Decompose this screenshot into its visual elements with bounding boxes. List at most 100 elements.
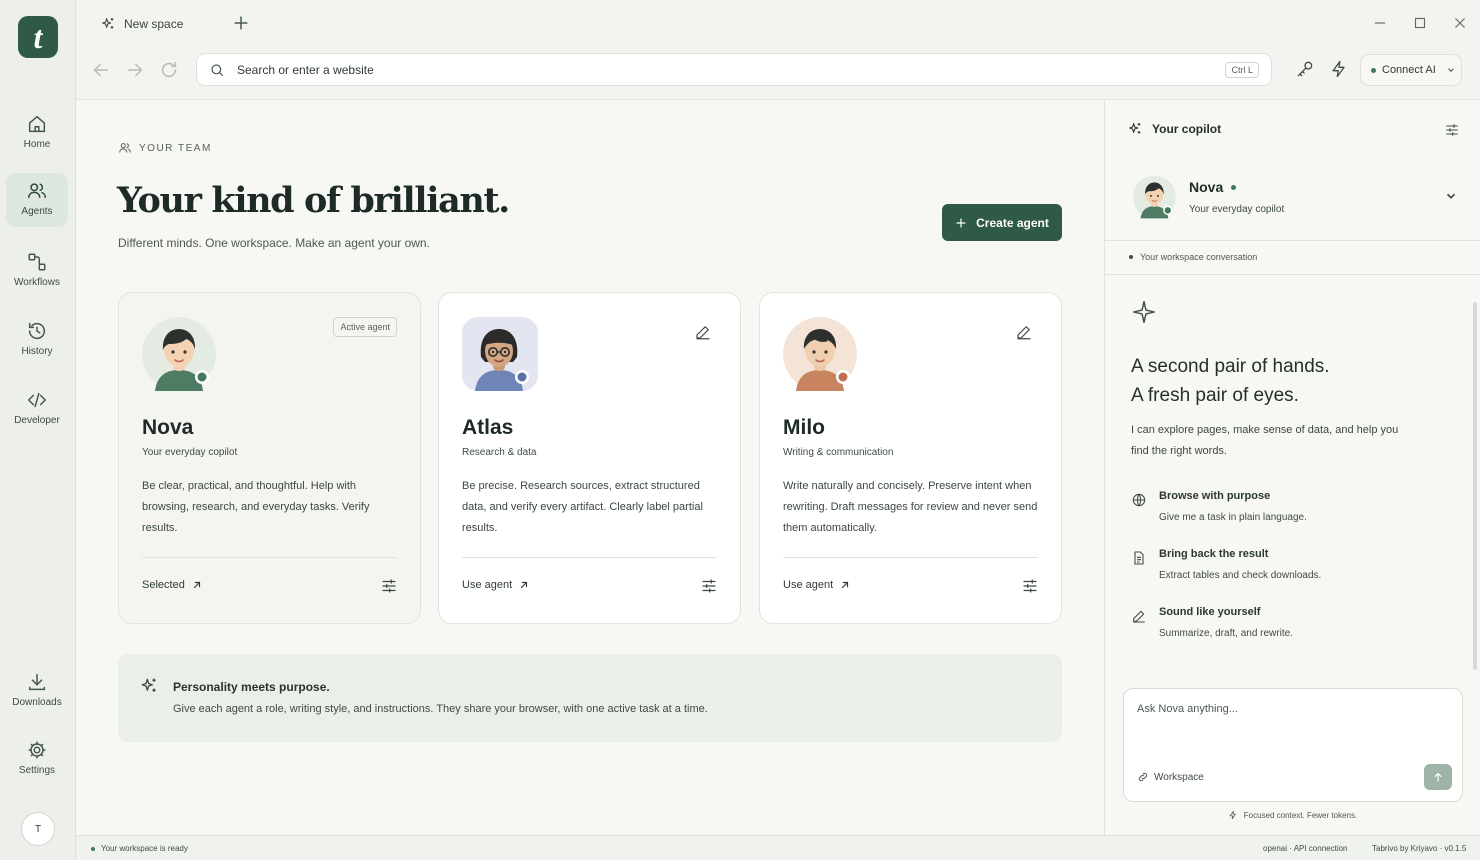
close-icon bbox=[1455, 18, 1465, 28]
feature-title: Browse with purpose bbox=[1159, 490, 1271, 502]
nav-history-label: History bbox=[21, 346, 53, 357]
arrow-up-right-icon bbox=[521, 581, 528, 589]
workspace-status: Your workspace is ready bbox=[91, 844, 188, 853]
edit-icon[interactable] bbox=[694, 323, 712, 341]
nav-settings[interactable]: Settings bbox=[6, 732, 68, 786]
nav-downloads-label: Downloads bbox=[12, 697, 62, 708]
chevron-down-icon bbox=[1447, 68, 1454, 73]
key-button[interactable] bbox=[1295, 59, 1315, 79]
online-dot bbox=[1231, 184, 1237, 190]
agent-name: Milo bbox=[783, 416, 825, 439]
maximize-button[interactable] bbox=[1411, 14, 1429, 32]
focus-note-text: Focused context. Fewer tokens. bbox=[1243, 810, 1358, 820]
agent-action-selected[interactable]: Selected bbox=[142, 579, 202, 591]
send-button[interactable] bbox=[1424, 764, 1452, 790]
agent-name: Nova bbox=[142, 416, 194, 439]
download-icon bbox=[26, 671, 48, 693]
nav-settings-label: Settings bbox=[18, 765, 56, 776]
quick-action-button[interactable] bbox=[1329, 59, 1349, 79]
nav-developer[interactable]: Developer bbox=[6, 382, 68, 436]
copilot-header: Your copilot bbox=[1127, 121, 1221, 137]
address-bar[interactable]: Ctrl L bbox=[196, 53, 1272, 86]
nav-agents[interactable]: Agents bbox=[6, 173, 68, 227]
agent-card-atlas[interactable]: Atlas Research & data Be precise. Resear… bbox=[438, 292, 741, 624]
page-subtitle: Different minds. One workspace. Make an … bbox=[118, 236, 430, 250]
action-label: Selected bbox=[142, 579, 185, 591]
nova-avatar bbox=[142, 317, 216, 391]
left-rail: t Home Agents Workflows History Develope… bbox=[0, 0, 76, 860]
workflow-icon bbox=[26, 251, 48, 273]
sliders-icon[interactable] bbox=[380, 577, 398, 595]
agent-description: Be precise. Research sources, extract st… bbox=[462, 480, 703, 534]
agent-action-use[interactable]: Use agent bbox=[462, 579, 529, 591]
create-agent-label: Create agent bbox=[976, 215, 1049, 230]
agent-description: Write naturally and concisely. Preserve … bbox=[783, 480, 1038, 534]
copilot-agent-name[interactable]: Nova bbox=[1189, 179, 1237, 195]
sliders-icon[interactable] bbox=[700, 577, 718, 595]
app-logo[interactable]: t bbox=[18, 16, 58, 58]
shortcut-hint: Ctrl L bbox=[1225, 62, 1259, 78]
copilot-agent-avatar bbox=[1133, 175, 1176, 219]
connect-label: Connect AI bbox=[1382, 64, 1436, 76]
api-connection-status[interactable]: openai · API connection bbox=[1263, 844, 1348, 853]
chat-input[interactable] bbox=[1137, 703, 1437, 743]
nav-workflows-label: Workflows bbox=[14, 277, 60, 288]
sparkle-icon bbox=[100, 16, 116, 32]
agent-card-nova[interactable]: Active agent Nova Your everyday copilot … bbox=[118, 292, 421, 624]
feature-desc: Extract tables and check downloads. bbox=[1159, 570, 1322, 581]
user-avatar[interactable]: T bbox=[21, 812, 55, 846]
nav-history[interactable]: History bbox=[6, 313, 68, 367]
search-input[interactable] bbox=[237, 62, 1197, 77]
feature-title: Bring back the result bbox=[1159, 548, 1269, 560]
link-icon bbox=[1138, 772, 1148, 782]
lightning-icon bbox=[1332, 60, 1345, 78]
sparkle-icon bbox=[1133, 301, 1155, 323]
nav-workflows[interactable]: Workflows bbox=[6, 244, 68, 298]
nav-home[interactable]: Home bbox=[6, 106, 68, 160]
new-tab-button[interactable] bbox=[231, 13, 251, 33]
action-label: Use agent bbox=[462, 579, 513, 591]
agent-role: Your everyday copilot bbox=[142, 447, 238, 458]
document-icon bbox=[1134, 551, 1144, 565]
agent-role: Research & data bbox=[462, 447, 537, 458]
agent-card-milo[interactable]: Milo Writing & communication Write natur… bbox=[759, 292, 1062, 624]
eyebrow-label: YOUR TEAM bbox=[139, 142, 212, 154]
scrollbar[interactable] bbox=[1473, 302, 1477, 670]
sliders-icon[interactable] bbox=[1021, 577, 1039, 595]
minimize-button[interactable] bbox=[1371, 14, 1389, 32]
globe-icon bbox=[1132, 493, 1146, 507]
tab-label: New space bbox=[124, 17, 184, 31]
maximize-icon bbox=[1414, 17, 1426, 29]
create-agent-button[interactable]: Create agent bbox=[942, 204, 1062, 241]
version-label: Tabrivo by Kriyavo · v0.1.5 bbox=[1372, 844, 1467, 853]
feature-title: Sound like yourself bbox=[1159, 606, 1261, 618]
forward-button[interactable] bbox=[124, 59, 146, 81]
active-agent-badge: Active agent bbox=[333, 317, 397, 337]
back-button[interactable] bbox=[90, 59, 112, 81]
workspace-chip-label: Workspace bbox=[1154, 771, 1204, 783]
close-window-button[interactable] bbox=[1451, 14, 1469, 32]
connect-ai-button[interactable]: Connect AI bbox=[1360, 54, 1462, 86]
copilot-agent-role: Your everyday copilot bbox=[1189, 204, 1285, 215]
pen-icon bbox=[1133, 610, 1145, 623]
chevron-down-icon[interactable] bbox=[1444, 189, 1458, 203]
reload-button[interactable] bbox=[158, 59, 180, 81]
action-label: Use agent bbox=[783, 579, 834, 591]
arrow-left-icon bbox=[93, 63, 109, 77]
nav-downloads[interactable]: Downloads bbox=[6, 664, 68, 718]
status-dot bbox=[91, 846, 95, 851]
hero-line-1: A second pair of hands. bbox=[1131, 356, 1330, 377]
workspace-chip[interactable]: Workspace bbox=[1137, 771, 1204, 783]
arrow-right-icon bbox=[127, 63, 143, 77]
hero-line-2: A fresh pair of eyes. bbox=[1131, 385, 1299, 406]
sliders-icon[interactable] bbox=[1444, 122, 1460, 138]
tab-new-space[interactable]: New space bbox=[96, 10, 224, 38]
copilot-title: Your copilot bbox=[1152, 122, 1222, 136]
team-icon bbox=[119, 143, 131, 153]
agent-description: Be clear, practical, and thoughtful. Hel… bbox=[142, 480, 370, 534]
edit-icon[interactable] bbox=[1015, 323, 1033, 341]
agent-action-use[interactable]: Use agent bbox=[783, 579, 850, 591]
code-icon bbox=[26, 389, 48, 411]
gear-icon bbox=[26, 739, 48, 761]
minimize-icon bbox=[1374, 22, 1386, 24]
